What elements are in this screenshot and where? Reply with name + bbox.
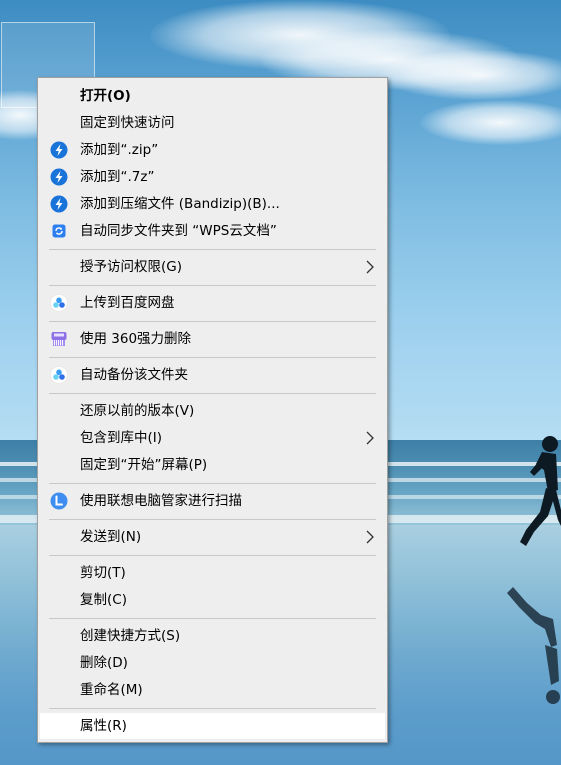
menu-item-label: 上传到百度网盘 xyxy=(80,295,175,311)
360-shredder-icon xyxy=(51,332,67,346)
bandizip-icon xyxy=(50,141,68,159)
menu-item-create-shortcut[interactable]: 创建快捷方式(S) xyxy=(40,623,385,649)
menu-item-label: 授予访问权限(G) xyxy=(80,259,182,275)
menu-item-open[interactable]: 打开(O) xyxy=(40,83,385,109)
menu-item-copy[interactable]: 复制(C) xyxy=(40,587,385,613)
menu-item-label: 固定到快速访问 xyxy=(80,115,175,131)
lenovo-manager-icon xyxy=(50,492,68,510)
runner-silhouette xyxy=(520,436,561,546)
chevron-right-icon xyxy=(366,431,374,445)
bandizip-icon xyxy=(50,168,68,186)
baidu-netdisk-icon xyxy=(50,294,68,312)
menu-separator xyxy=(49,357,376,358)
menu-item-label: 发送到(N) xyxy=(80,529,142,545)
menu-item-label: 自动同步文件夹到 “WPS云文档” xyxy=(80,223,277,239)
menu-separator xyxy=(49,618,376,619)
menu-item-label: 属性(R) xyxy=(80,718,127,734)
menu-item-label: 使用联想电脑管家进行扫描 xyxy=(80,493,242,509)
menu-item-label: 添加到“.7z” xyxy=(80,169,155,185)
menu-item-lenovo-scan[interactable]: 使用联想电脑管家进行扫描 xyxy=(40,488,385,514)
menu-item-add-to-7z[interactable]: 添加到“.7z” xyxy=(40,164,385,190)
menu-item-auto-backup[interactable]: 自动备份该文件夹 xyxy=(40,362,385,388)
menu-separator xyxy=(49,321,376,322)
menu-item-label: 复制(C) xyxy=(80,592,127,608)
menu-separator xyxy=(49,519,376,520)
menu-item-cut[interactable]: 剪切(T) xyxy=(40,560,385,586)
menu-separator xyxy=(49,708,376,709)
menu-item-give-access[interactable]: 授予访问权限(G) xyxy=(40,254,385,280)
menu-item-add-to-zip[interactable]: 添加到“.zip” xyxy=(40,137,385,163)
menu-separator xyxy=(49,249,376,250)
menu-item-upload-baidu[interactable]: 上传到百度网盘 xyxy=(40,290,385,316)
menu-item-properties[interactable]: 属性(R) xyxy=(40,713,385,739)
menu-item-send-to[interactable]: 发送到(N) xyxy=(40,524,385,550)
menu-item-rename[interactable]: 重命名(M) xyxy=(40,677,385,703)
chevron-right-icon xyxy=(366,260,374,274)
menu-item-label: 打开(O) xyxy=(80,88,131,104)
baidu-netdisk-icon xyxy=(50,366,68,384)
menu-separator xyxy=(49,285,376,286)
runner-reflection xyxy=(507,587,560,704)
menu-separator xyxy=(49,483,376,484)
menu-item-pin-to-start[interactable]: 固定到“开始”屏幕(P) xyxy=(40,452,385,478)
menu-item-label: 还原以前的版本(V) xyxy=(80,403,195,419)
menu-item-delete[interactable]: 删除(D) xyxy=(40,650,385,676)
menu-item-include-in-library[interactable]: 包含到库中(I) xyxy=(40,425,385,451)
menu-item-360-shred[interactable]: 使用 360强力删除 xyxy=(40,326,385,352)
menu-item-label: 使用 360强力删除 xyxy=(80,331,192,347)
chevron-right-icon xyxy=(366,530,374,544)
menu-item-label: 包含到库中(I) xyxy=(80,430,163,446)
menu-separator xyxy=(49,393,376,394)
bandizip-icon xyxy=(50,195,68,213)
menu-item-pin-quick-access[interactable]: 固定到快速访问 xyxy=(40,110,385,136)
menu-item-label: 添加到“.zip” xyxy=(80,142,159,158)
menu-separator xyxy=(49,555,376,556)
menu-item-label: 剪切(T) xyxy=(80,565,126,581)
menu-item-wps-cloud-sync[interactable]: 自动同步文件夹到 “WPS云文档” xyxy=(40,218,385,244)
menu-item-label: 创建快捷方式(S) xyxy=(80,628,181,644)
menu-item-label: 添加到压缩文件 (Bandizip)(B)... xyxy=(80,196,280,212)
menu-item-restore-previous[interactable]: 还原以前的版本(V) xyxy=(40,398,385,424)
menu-item-label: 重命名(M) xyxy=(80,682,143,698)
context-menu: 打开(O) 固定到快速访问 添加到“.zip” 添加到“.7z” 添加到压缩文件… xyxy=(37,77,388,743)
menu-item-label: 固定到“开始”屏幕(P) xyxy=(80,457,208,473)
menu-item-label: 自动备份该文件夹 xyxy=(80,367,188,383)
menu-item-add-to-archive[interactable]: 添加到压缩文件 (Bandizip)(B)... xyxy=(40,191,385,217)
wps-cloud-icon xyxy=(52,224,66,238)
menu-item-label: 删除(D) xyxy=(80,655,128,671)
